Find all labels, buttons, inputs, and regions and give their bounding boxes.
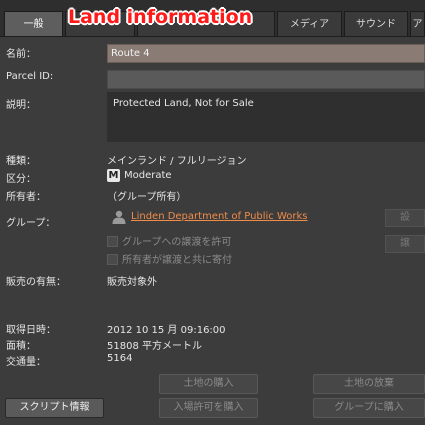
group-label: グループ： bbox=[6, 218, 56, 229]
type-value: メインランド / フルリージョン bbox=[107, 156, 247, 167]
traffic-label: 交通量： bbox=[6, 357, 46, 368]
description-label: 説明： bbox=[6, 100, 36, 111]
tab-sound[interactable]: サウンド bbox=[344, 11, 408, 36]
type-label: 種類： bbox=[6, 156, 36, 167]
rating-value-row: M Moderate bbox=[107, 169, 172, 182]
area-value: 51808 平方メートル bbox=[107, 341, 202, 352]
buy-for-group-button[interactable]: グループに購入 bbox=[313, 398, 425, 418]
parcel-id-field[interactable] bbox=[107, 70, 425, 89]
set-group-button[interactable]: 設 bbox=[385, 209, 425, 227]
name-field[interactable]: Route 4 bbox=[107, 44, 425, 63]
rating-value: Moderate bbox=[124, 170, 172, 181]
tab-general[interactable]: 一般 bbox=[4, 11, 63, 36]
parcel-id-label: Parcel ID: bbox=[6, 71, 54, 82]
area-label: 面積： bbox=[6, 341, 36, 352]
rating-label: 区分： bbox=[6, 174, 36, 185]
buy-land-button[interactable]: 土地の購入 bbox=[159, 374, 258, 394]
script-info-button[interactable]: スクリプト情報 bbox=[5, 398, 104, 418]
name-label: 名前： bbox=[6, 49, 36, 60]
description-field[interactable]: Protected Land, Not for Sale bbox=[107, 92, 425, 142]
owner-contribute-label: 所有者が譲渡と共に寄付 bbox=[122, 255, 232, 266]
allow-deed-row: グループへの譲渡を許可 bbox=[107, 233, 231, 248]
for-sale-label: 販売の有無： bbox=[6, 277, 66, 288]
owner-contribute-row: 所有者が譲渡と共に寄付 bbox=[107, 251, 232, 266]
moderate-rating-icon: M bbox=[107, 169, 120, 182]
allow-deed-checkbox[interactable] bbox=[107, 236, 118, 247]
owner-label: 所有者： bbox=[6, 192, 46, 203]
for-sale-value: 販売対象外 bbox=[107, 277, 157, 288]
owner-contribute-checkbox[interactable] bbox=[107, 254, 118, 265]
traffic-value: 5164 bbox=[107, 353, 133, 364]
deed-button[interactable]: 譲 bbox=[385, 235, 425, 253]
acquired-label: 取得日時： bbox=[6, 325, 56, 336]
allow-deed-label: グループへの譲渡を許可 bbox=[122, 237, 232, 248]
abandon-land-button[interactable]: 土地の放棄 bbox=[313, 374, 425, 394]
tab-media[interactable]: メディア bbox=[277, 11, 342, 36]
acquired-value: 2012 10 15 月 09:16:00 bbox=[107, 325, 226, 336]
buy-pass-button[interactable]: 入場許可を購入 bbox=[159, 398, 258, 418]
tab-access[interactable]: ア bbox=[410, 11, 425, 36]
group-person-icon bbox=[112, 210, 126, 224]
group-link[interactable]: Linden Department of Public Works bbox=[131, 211, 308, 222]
overlay-title: Land information bbox=[68, 6, 253, 28]
owner-value: （グループ所有） bbox=[107, 192, 187, 203]
